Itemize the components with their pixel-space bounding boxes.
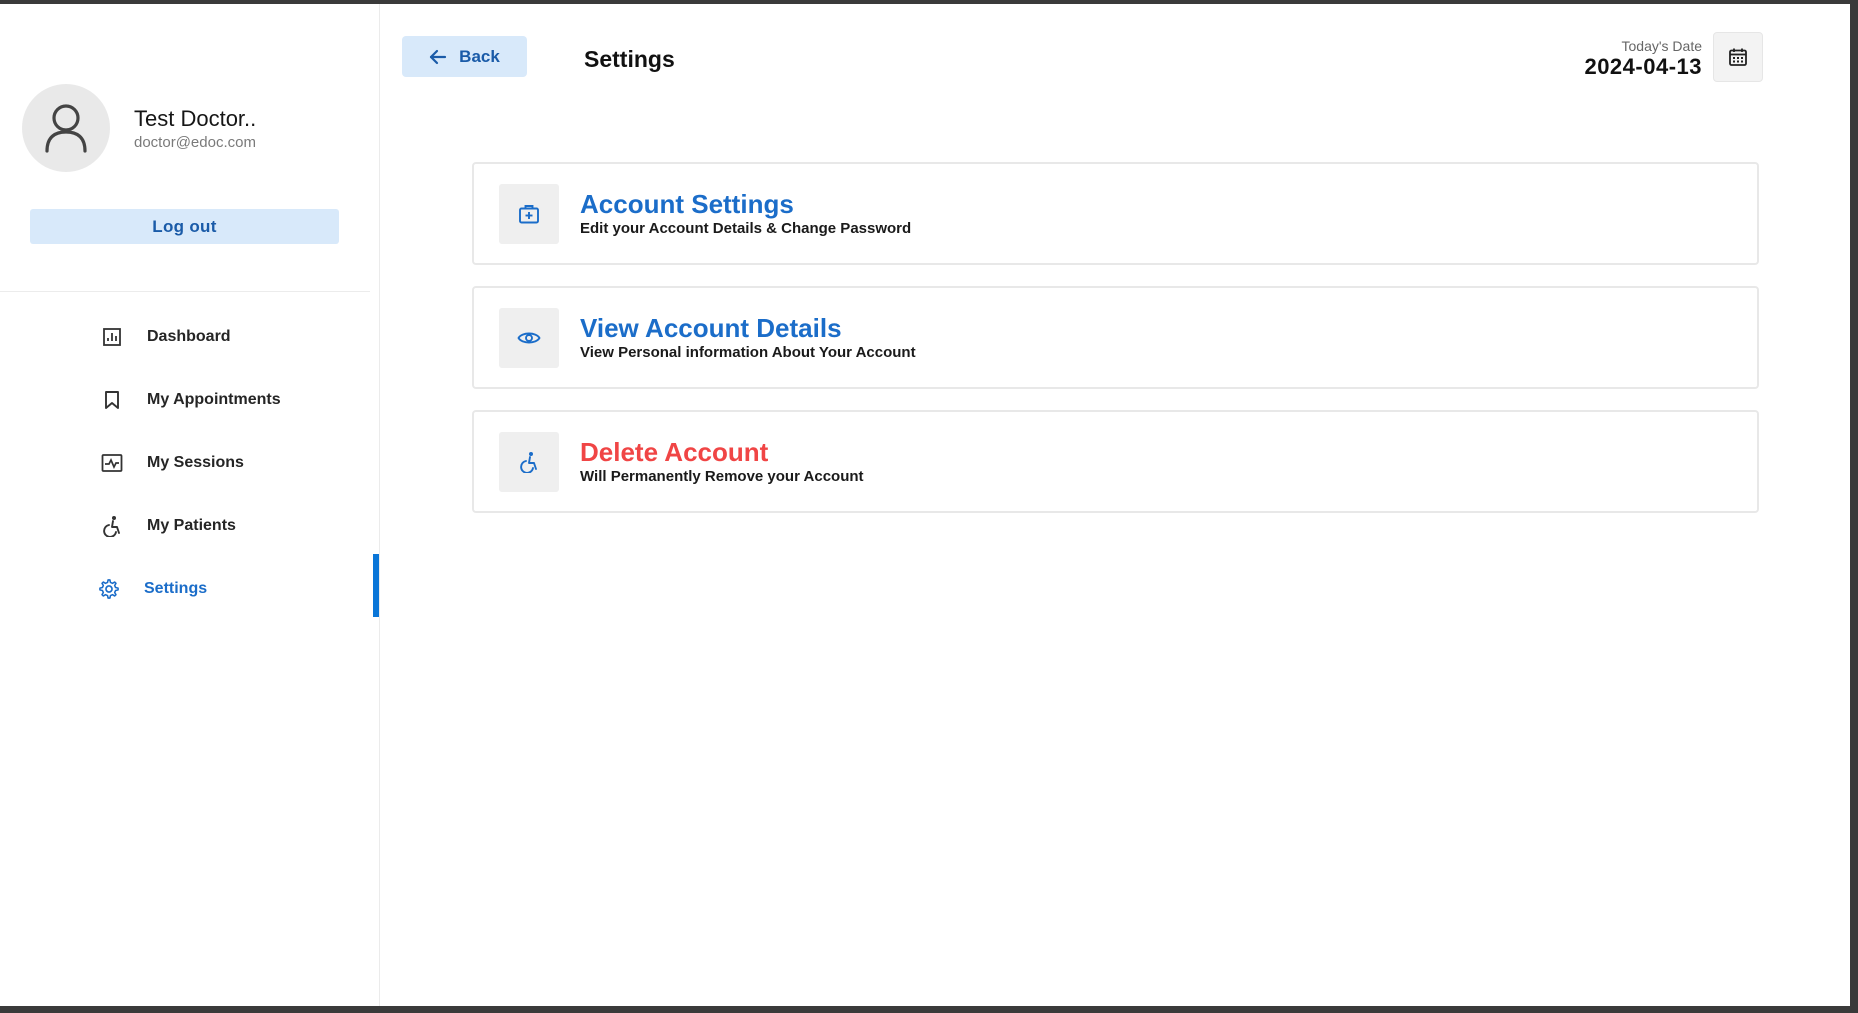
- profile-section: Test Doctor.. doctor@edoc.com: [22, 84, 362, 176]
- calendar-button[interactable]: [1713, 32, 1763, 82]
- medical-bag-icon: [499, 184, 559, 244]
- sidebar-item-label: My Sessions: [147, 454, 244, 471]
- doctor-email: doctor@edoc.com: [134, 134, 256, 151]
- sidebar-item-label: Dashboard: [147, 328, 231, 345]
- logout-button[interactable]: Log out: [30, 209, 339, 244]
- schedule-icon: [100, 451, 124, 475]
- card-title: Account Settings: [580, 189, 794, 219]
- date-value: 2024-04-13: [1584, 54, 1702, 79]
- account-settings-card[interactable]: Account Settings Edit your Account Detai…: [472, 162, 1759, 265]
- calendar-icon: [1729, 48, 1747, 66]
- back-button-label: Back: [459, 46, 500, 66]
- card-subtitle: Edit your Account Details & Change Passw…: [580, 220, 912, 237]
- sidebar-item-sessions[interactable]: My Sessions: [0, 438, 380, 488]
- date-label: Today's Date: [1621, 38, 1703, 54]
- avatar: [22, 84, 110, 172]
- card-subtitle: Will Permanently Remove your Account: [580, 468, 864, 485]
- card-title: Delete Account: [580, 437, 769, 467]
- sidebar-item-label: My Patients: [147, 517, 236, 534]
- sidebar-item-patients[interactable]: My Patients: [0, 501, 380, 551]
- sidebar-item-dashboard[interactable]: Dashboard: [0, 312, 380, 362]
- window-edge: [1850, 4, 1858, 1006]
- arrow-left-icon: [430, 49, 447, 64]
- sidebar-item-label: My Appointments: [147, 391, 281, 408]
- eye-icon: [499, 308, 559, 368]
- user-icon: [45, 104, 87, 153]
- sidebar-item-settings[interactable]: Settings: [0, 564, 380, 614]
- sidebar-item-appointments[interactable]: My Appointments: [0, 375, 380, 425]
- doctor-name: Test Doctor..: [134, 106, 257, 131]
- dashboard-icon: [100, 325, 124, 349]
- view-account-details-card[interactable]: View Account Details View Personal infor…: [472, 286, 1759, 389]
- card-title: View Account Details: [580, 313, 842, 343]
- back-button[interactable]: Back: [402, 36, 527, 77]
- active-indicator: [373, 554, 379, 617]
- sidebar-divider: [0, 291, 370, 292]
- wheelchair-icon: [100, 514, 124, 538]
- sidebar: Test Doctor.. doctor@edoc.com Log out Da…: [0, 4, 380, 1006]
- app-window: Test Doctor.. doctor@edoc.com Log out Da…: [0, 4, 1850, 1006]
- bookmark-icon: [100, 388, 124, 412]
- delete-account-card[interactable]: Delete Account Will Permanently Remove y…: [472, 410, 1759, 513]
- card-subtitle: View Personal information About Your Acc…: [580, 344, 916, 361]
- gear-icon: [97, 577, 121, 601]
- sidebar-item-label: Settings: [144, 580, 208, 597]
- wheelchair-icon: [499, 432, 559, 492]
- page-title: Settings: [584, 46, 675, 72]
